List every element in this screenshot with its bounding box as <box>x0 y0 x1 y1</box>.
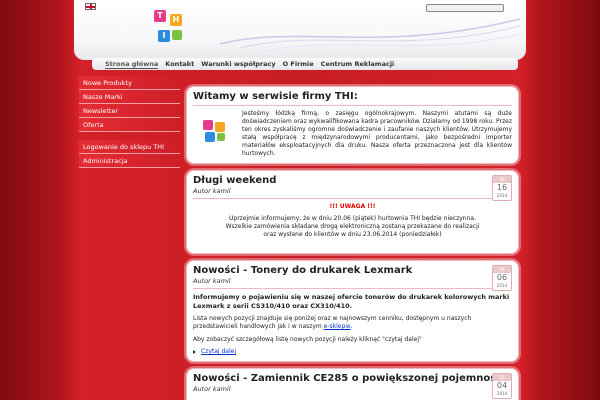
date-month: 06 <box>493 374 511 381</box>
logo-cube-t: T <box>154 10 166 22</box>
welcome-logo <box>193 114 237 154</box>
date-year: 2014 <box>496 193 508 198</box>
welcome-panel: Witamy w serwisie firmy THI: Jesteśmy łó… <box>186 86 519 164</box>
article-title[interactable]: Nowości - Tonery do drukarek Lexmark <box>193 265 512 276</box>
article-line: Wszelkie zamówienia składane drogą elekt… <box>225 223 480 230</box>
welcome-logo-cube <box>205 132 215 142</box>
thi-logo[interactable]: T H I <box>152 8 188 48</box>
article-author: Autor kamil <box>193 385 231 393</box>
article-author: Autor kamil <box>193 187 231 195</box>
divider <box>193 288 512 289</box>
article-title[interactable]: Nowości - Zamiennik CE285 o powiększonej… <box>193 373 512 384</box>
article-panel: Nowości - Zamiennik CE285 o powiększonej… <box>186 368 519 400</box>
sidebar-item-shop-login[interactable]: Logowanie do sklepu THI <box>79 140 180 154</box>
e-shop-link[interactable]: e-sklepie <box>324 323 351 330</box>
header-swoosh-decoration <box>220 18 520 53</box>
article-more-info: Aby zobaczyć szczegółową listę nowych po… <box>193 336 422 343</box>
date-month: 06 <box>493 266 511 273</box>
arrow-right-icon <box>193 349 196 354</box>
date-year: 2014 <box>496 283 508 288</box>
date-day: 04 <box>496 381 508 390</box>
date-badge: 06 04 2014 <box>492 373 512 399</box>
topnav-terms[interactable]: Warunki współpracy <box>201 60 275 68</box>
article-line: oraz wysłane do klientów w dniu 23.06.20… <box>263 231 442 238</box>
sidebar-item-brands[interactable]: Nasze Marki <box>79 90 180 104</box>
divider <box>193 198 512 199</box>
welcome-logo-cube <box>215 122 225 132</box>
sidebar-item-admin[interactable]: Administracja <box>79 154 180 168</box>
alert-text: !!! UWAGA !!! <box>329 203 376 210</box>
article-body: Lista nowych pozycji znajduje się poniże… <box>193 315 512 331</box>
article-lead: Informujemy o pojawieniu się w naszej of… <box>193 293 510 310</box>
logo-cube-h: H <box>170 14 182 26</box>
topnav-about[interactable]: O Firmie <box>283 60 314 68</box>
article-body-suffix: . <box>350 323 353 330</box>
date-day: 06 <box>496 273 508 282</box>
welcome-logo-cube <box>203 120 213 130</box>
sidebar-item-newsletter[interactable]: Newsletter <box>79 104 180 118</box>
main-content: Witamy w serwisie firmy THI: Jesteśmy łó… <box>186 86 519 400</box>
logo-cube-i: I <box>158 30 170 42</box>
date-year: 2014 <box>496 391 508 396</box>
article-panel: Długi weekend Autor kamil 06 16 2014 !!!… <box>186 170 519 254</box>
welcome-logo-cube <box>217 133 225 141</box>
uk-flag-icon[interactable] <box>85 3 96 10</box>
date-month: 06 <box>493 176 511 183</box>
date-badge: 06 06 2014 <box>492 265 512 291</box>
welcome-title: Witamy w serwisie firmy THI: <box>193 91 358 102</box>
article-panel: Nowości - Tonery do drukarek Lexmark Aut… <box>186 260 519 362</box>
sidebar-item-offer[interactable]: Oferta <box>79 118 180 132</box>
logo-cube-blank <box>172 30 182 40</box>
welcome-text: Jesteśmy łódzką firmą, o zasięgu ogólnok… <box>242 110 512 157</box>
topnav-contact[interactable]: Kontakt <box>165 60 194 68</box>
sidebar: Nowe Produkty Nasze Marki Newsletter Ofe… <box>79 76 180 168</box>
article-title[interactable]: Długi weekend <box>193 175 512 186</box>
read-more-link[interactable]: Czytaj dalej <box>201 348 236 355</box>
read-more[interactable]: Czytaj dalej <box>193 348 512 355</box>
date-day: 16 <box>496 183 508 192</box>
article-author: Autor kamil <box>193 277 231 285</box>
search-icon[interactable]: ⚲ <box>504 3 516 13</box>
divider <box>193 105 512 106</box>
sidebar-item-new-products[interactable]: Nowe Produkty <box>79 76 180 90</box>
date-badge: 06 16 2014 <box>492 175 512 201</box>
search-input[interactable] <box>426 4 504 12</box>
topnav-complaints[interactable]: Centrum Reklamacji <box>321 60 395 68</box>
top-navigation: Strona główna Kontakt Warunki współpracy… <box>92 58 518 70</box>
welcome-body: Jesteśmy łódzką firmą, o zasięgu ogólnok… <box>193 110 512 158</box>
topnav-home[interactable]: Strona główna <box>105 60 159 69</box>
article-line: Uprzejmie informujemy, że w dniu 20.06 (… <box>229 215 476 222</box>
